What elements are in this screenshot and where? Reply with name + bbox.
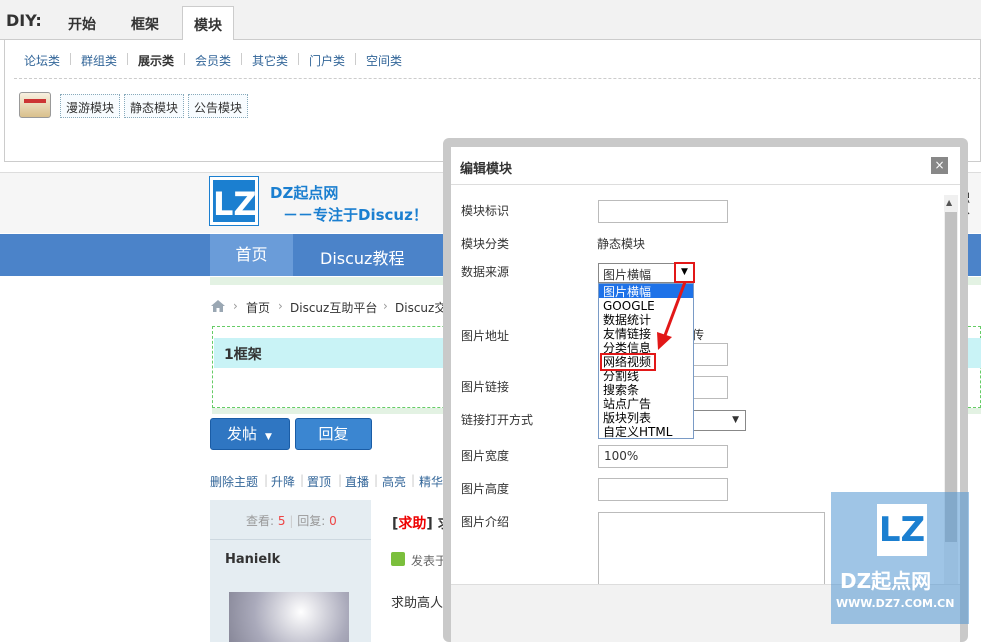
breadcrumb-separator: › [233,299,238,313]
image-height-label: 图片高度 [461,482,510,496]
category-divider [298,53,299,65]
post-tag[interactable]: 求助 [398,516,426,532]
action-sticky[interactable]: 置顶 [307,473,331,490]
watermark-url: WWW.DZ7.COM.CN [836,597,955,610]
option-friend-links[interactable]: 友情链接 [603,328,651,340]
action-divider: | [411,473,416,487]
option-google[interactable]: GOOGLE [603,300,655,312]
category-divider [127,53,128,65]
views-count: 5 [277,514,286,528]
breadcrumb-separator: › [383,299,388,313]
link-open-select[interactable]: ▼ [690,410,746,431]
category-divider [241,53,242,65]
action-divider: | [374,473,379,487]
nav-home[interactable]: 首页 [210,234,293,276]
category-divider [184,53,185,65]
site-logo-icon[interactable]: LZ [209,176,259,226]
module-category-value: 静态模块 [597,237,646,251]
image-url-label: 图片地址 [461,329,510,343]
module-category-label: 模块分类 [461,237,510,251]
action-digest[interactable]: 精华 [419,473,443,490]
category-divider [355,53,356,65]
reply-button[interactable]: 回复 [295,418,372,450]
nav-discuz-tutorial[interactable]: Discuz教程 [320,245,404,269]
new-post-button[interactable]: 发帖 ▼ [210,418,290,450]
option-divider[interactable]: 分割线 [603,370,639,382]
breadcrumb-board[interactable]: Discuz交流 [395,299,443,316]
module-id-label: 模块标识 [461,204,510,218]
tab-module[interactable]: 模块 [182,6,234,41]
author-name[interactable]: Hanielk [225,552,280,567]
option-stats[interactable]: 数据统计 [603,314,651,326]
home-icon[interactable] [211,300,225,312]
image-width-label: 图片宽度 [461,449,510,463]
dialog-title: 编辑模块 [460,162,513,177]
banner-module-icon[interactable] [19,92,51,118]
post-meta: 发表于 [411,554,448,568]
category-display[interactable]: 展示类 [138,52,174,69]
replies-count: 0 [329,514,337,528]
site-logo-title: DZ起点网 [270,184,339,202]
thread-stats: 查看: 5 | 回复: 0 [246,512,337,529]
category-space[interactable]: 空间类 [366,52,402,69]
close-icon[interactable]: × [931,157,948,174]
dropdown-arrow-icon: ▼ [265,432,272,442]
action-bump[interactable]: 升降 [271,473,295,490]
site-logo-slogan: －－专注于Discuz！ [283,206,428,224]
category-divider [70,53,71,65]
image-width-field[interactable]: 100% [598,445,728,468]
link-open-label: 链接打开方式 [461,413,534,427]
data-source-label: 数据来源 [461,265,510,279]
category-member[interactable]: 会员类 [195,52,231,69]
breadcrumb-separator: › [278,299,283,313]
tab-start[interactable]: 开始 [68,14,96,34]
new-post-label: 发帖 [227,425,258,443]
stats-divider: | [285,514,298,528]
action-divider: | [338,473,343,487]
avatar[interactable] [229,592,349,642]
image-intro-textarea[interactable] [598,512,825,592]
category-forum[interactable]: 论坛类 [24,52,60,69]
replies-label: 回复: [297,514,326,528]
annotation-arrow-icon [657,281,687,350]
dialog-divider [451,184,960,185]
divider [14,78,981,79]
action-highlight[interactable]: 高亮 [382,473,406,490]
watermark-logo-icon: LZ [877,504,927,556]
image-link-label: 图片链接 [461,380,510,394]
breadcrumb-forum[interactable]: Discuz互助平台 [290,299,377,316]
views-label: 查看: [246,514,275,528]
module-static[interactable]: 静态模块 [124,94,185,118]
watermark-title: DZ起点网 [840,569,932,593]
action-divider: | [300,473,305,487]
tab-frame[interactable]: 框架 [131,14,159,34]
diy-label: DIY: [6,11,42,30]
option-banner[interactable]: 图片横幅 [603,286,651,298]
divider [210,539,371,540]
module-id-field[interactable] [598,200,728,223]
option-board-list[interactable]: 版块列表 [603,412,651,424]
option-site-ads[interactable]: 站点广告 [603,398,651,410]
category-portal[interactable]: 门户类 [309,52,345,69]
image-height-field[interactable] [598,478,728,501]
category-group[interactable]: 群组类 [81,52,117,69]
breadcrumb-home[interactable]: 首页 [246,299,270,316]
online-status-icon [391,552,405,566]
option-search-bar[interactable]: 搜索条 [603,384,639,396]
post-body: 求助高人 [391,596,444,611]
image-intro-label: 图片介绍 [461,515,510,529]
module-roam[interactable]: 漫游模块 [60,94,121,118]
module-announcement[interactable]: 公告模块 [188,94,249,118]
annotation-highlight-box [600,353,656,371]
action-divider: | [264,473,269,487]
scroll-up-icon[interactable]: ▲ [946,198,952,207]
category-other[interactable]: 其它类 [252,52,288,69]
action-delete-thread[interactable]: 删除主题 [210,473,258,490]
action-live[interactable]: 直播 [345,473,369,490]
option-custom-html[interactable]: 自定义HTML [603,426,672,438]
